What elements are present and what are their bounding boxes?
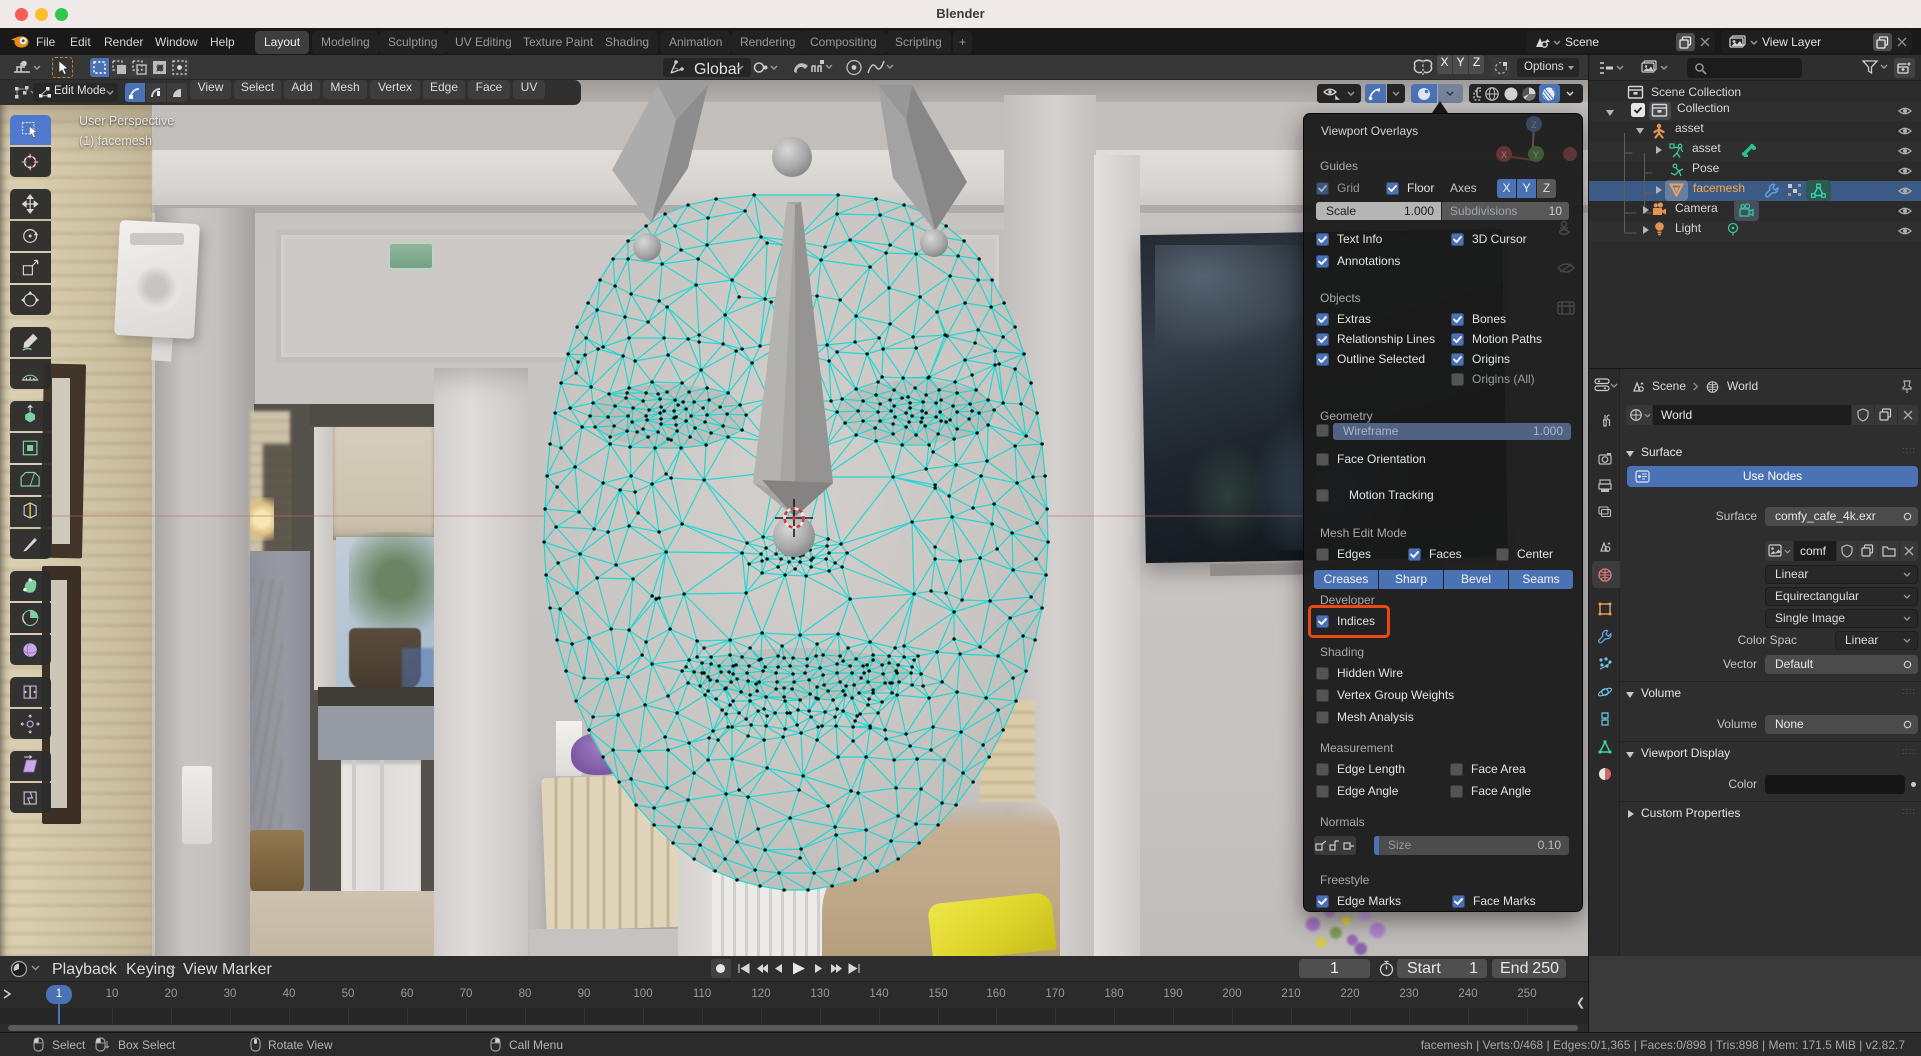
svg-text:Y: Y [1533,150,1539,160]
svg-text:Z: Z [1531,120,1537,130]
svg-text:X: X [1501,150,1507,160]
